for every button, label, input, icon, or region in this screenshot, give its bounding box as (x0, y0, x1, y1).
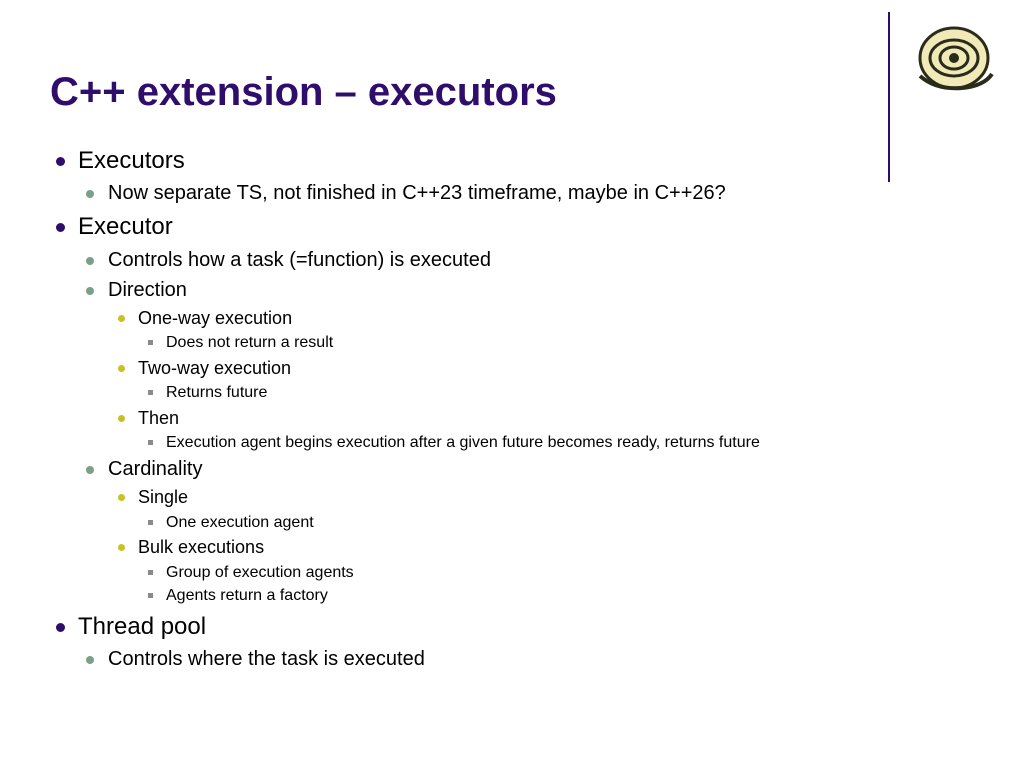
item-text: Then (138, 408, 179, 428)
item-text: Agents return a factory (166, 587, 328, 604)
list-item: Does not return a result (138, 332, 974, 354)
item-text: Executors (78, 147, 185, 174)
item-text: Executor (78, 213, 173, 240)
item-text: Now separate TS, not finished in C++23 t… (108, 182, 726, 204)
item-text: Two-way execution (138, 358, 291, 378)
slide-title: C++ extension – executors (50, 70, 974, 115)
list-item: Two-way execution Returns future (108, 356, 974, 404)
item-text: Single (138, 487, 188, 507)
list-item: Bulk executions Group of execution agent… (108, 535, 974, 606)
list-item: Now separate TS, not finished in C++23 t… (78, 180, 974, 207)
list-item: Thread pool Controls where the task is e… (50, 611, 974, 673)
item-text: Bulk executions (138, 537, 264, 557)
list-item: Direction One-way execution Does not ret… (78, 277, 974, 454)
item-text: Controls how a task (=function) is execu… (108, 249, 491, 271)
list-item: One-way execution Does not return a resu… (108, 306, 974, 354)
item-text: Group of execution agents (166, 564, 354, 581)
item-text: Direction (108, 279, 187, 301)
list-item: Controls where the task is executed (78, 646, 974, 673)
list-item: Then Execution agent begins execution af… (108, 406, 974, 454)
slide: C++ extension – executors Executors Now … (0, 0, 1024, 717)
list-item: Returns future (138, 382, 974, 404)
item-text: Does not return a result (166, 334, 333, 351)
list-item: Group of execution agents (138, 562, 974, 584)
bullet-list: Executors Now separate TS, not finished … (50, 145, 974, 673)
list-item: One execution agent (138, 512, 974, 534)
list-item: Single One execution agent (108, 485, 974, 533)
snail-logo-icon (906, 18, 998, 94)
item-text: Cardinality (108, 458, 202, 480)
item-text: One-way execution (138, 308, 292, 328)
list-item: Agents return a factory (138, 585, 974, 607)
item-text: Thread pool (78, 613, 206, 640)
list-item: Execution agent begins execution after a… (138, 432, 974, 454)
item-text: One execution agent (166, 514, 314, 531)
list-item: Executor Controls how a task (=function)… (50, 211, 974, 606)
list-item: Cardinality Single One execution agent B… (78, 456, 974, 606)
list-item: Executors Now separate TS, not finished … (50, 145, 974, 207)
item-text: Returns future (166, 384, 267, 401)
item-text: Controls where the task is executed (108, 648, 425, 670)
list-item: Controls how a task (=function) is execu… (78, 247, 974, 274)
item-text: Execution agent begins execution after a… (166, 434, 760, 451)
